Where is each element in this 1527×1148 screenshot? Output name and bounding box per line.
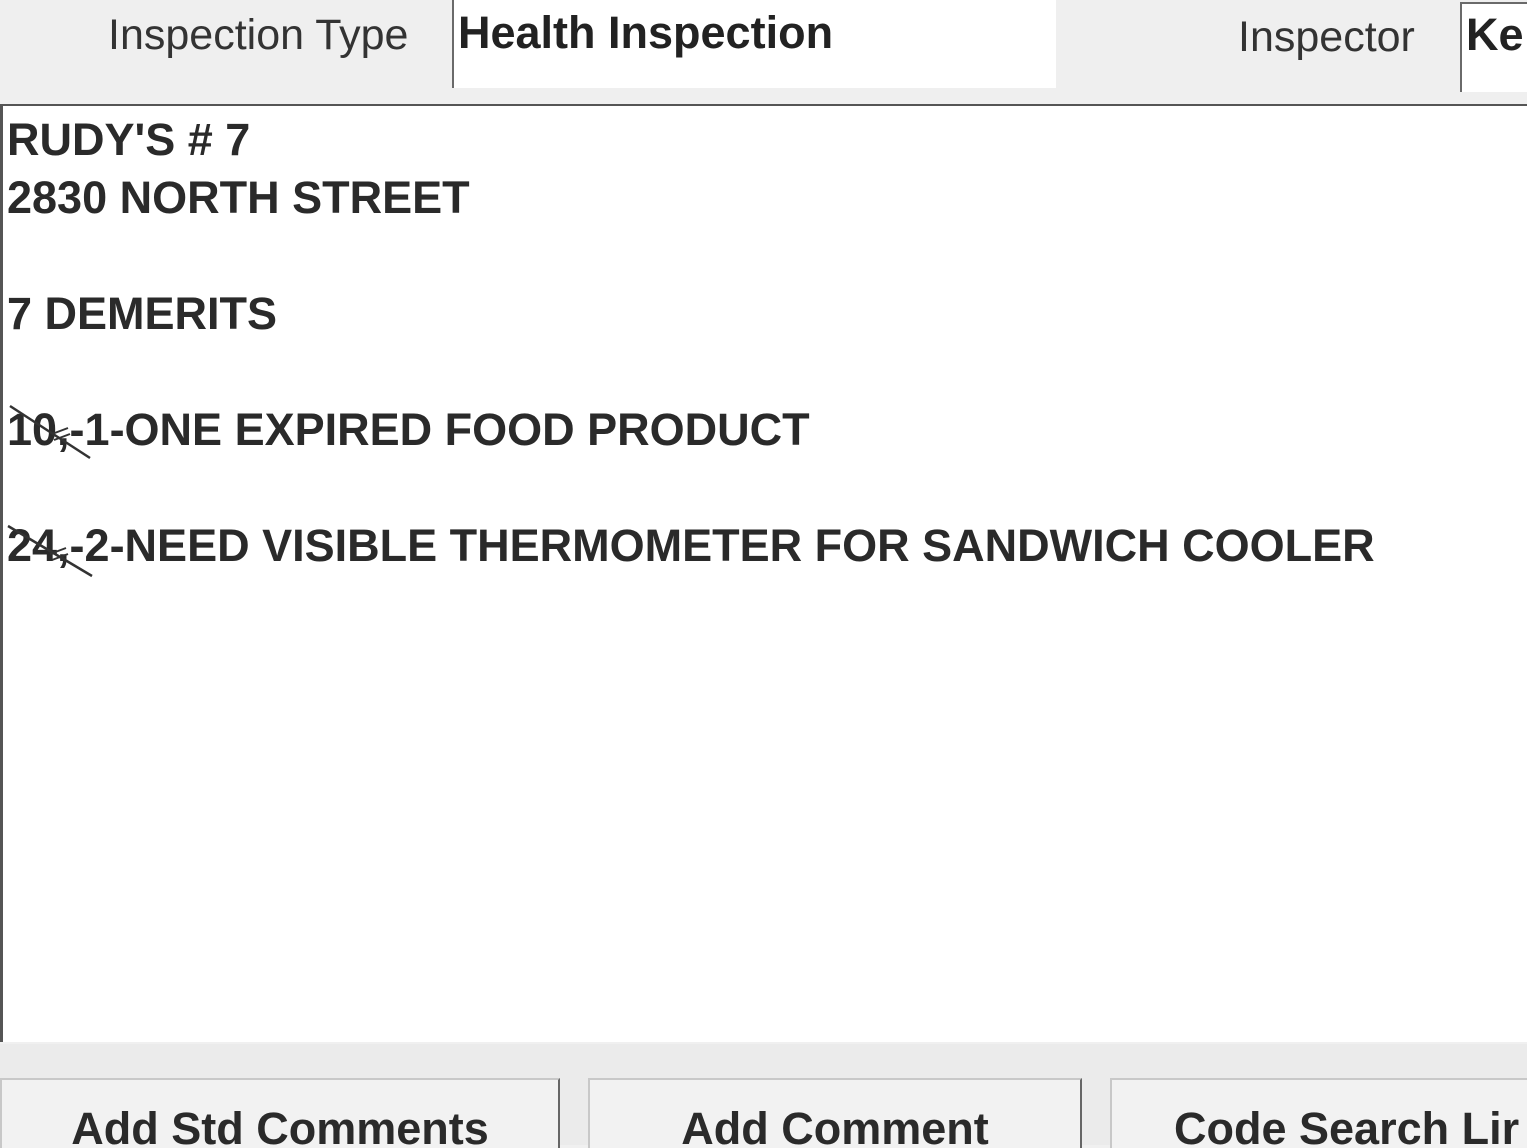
- establishment-name: RUDY'S # 7: [7, 114, 251, 165]
- button-bar: Add Std Comments Add Comment Code Search…: [0, 1044, 1527, 1148]
- violation-line: 10,-1-ONE EXPIRED FOOD PRODUCT: [7, 404, 810, 455]
- add-comment-button[interactable]: Add Comment: [588, 1078, 1082, 1148]
- inspector-value: Ke: [1466, 9, 1524, 60]
- add-std-comments-label: Add Std Comments: [2, 1104, 558, 1148]
- inspector-field[interactable]: Ke: [1460, 2, 1527, 92]
- add-std-comments-label-pre: Add: [71, 1103, 172, 1148]
- add-std-comments-button[interactable]: Add Std Comments: [0, 1078, 560, 1148]
- comments-text-area[interactable]: RUDY'S # 7 2830 NORTH STREET 7 DEMERITS …: [0, 104, 1527, 1042]
- add-std-comments-label-post: td Comments: [201, 1103, 489, 1148]
- inspection-type-label: Inspection Type: [108, 11, 409, 59]
- inspection-type-field[interactable]: Health Inspection: [452, 0, 1056, 88]
- add-std-comments-accelerator: S: [171, 1103, 202, 1148]
- establishment-address: 2830 NORTH STREET: [7, 172, 470, 223]
- violation-line: 24,-2-NEED VISIBLE THERMOMETER FOR SANDW…: [7, 520, 1375, 571]
- add-comment-label-post: dd Comment: [713, 1103, 989, 1148]
- code-search-label: Code Search Lir: [1174, 1103, 1520, 1148]
- add-comment-accelerator: A: [681, 1103, 714, 1148]
- demerits-total: 7 DEMERITS: [7, 288, 278, 339]
- inspection-header: Inspection Type Health Inspection Inspec…: [0, 0, 1527, 100]
- add-comment-label: Add Comment: [590, 1104, 1080, 1148]
- inspector-label: Inspector: [1238, 13, 1415, 61]
- code-search-button[interactable]: Code Search Lir: [1110, 1078, 1527, 1148]
- inspection-type-value: Health Inspection: [458, 7, 834, 58]
